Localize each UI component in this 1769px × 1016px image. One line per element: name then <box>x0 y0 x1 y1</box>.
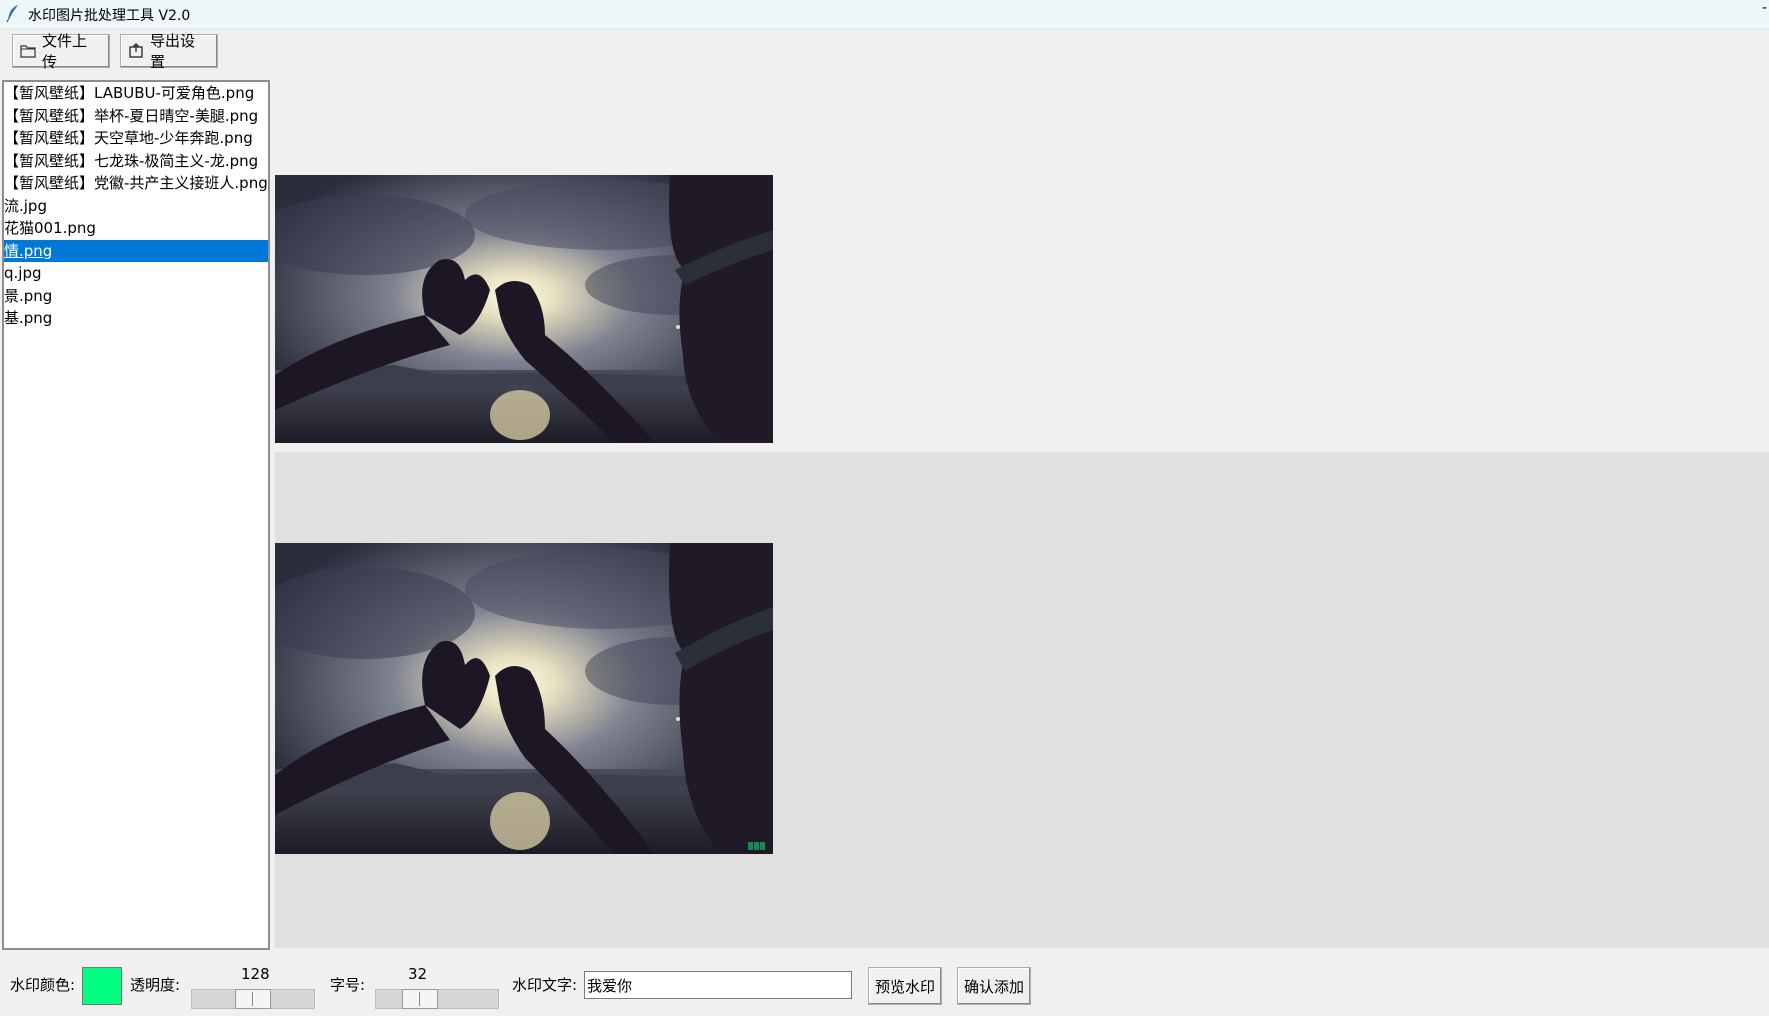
list-item[interactable]: 【暂风壁纸】举杯-夏日晴空-美腿.png <box>4 105 268 128</box>
watermark-text-label: 水印文字: <box>512 976 578 994</box>
list-item[interactable]: 【暂风壁纸】党徽-共产主义接班人.png <box>4 172 268 195</box>
list-item[interactable]: 花猫001.png <box>4 217 268 240</box>
opacity-slider-thumb[interactable] <box>235 989 271 1009</box>
watermark-mark <box>748 842 765 850</box>
font-size-value: 32 <box>408 965 428 983</box>
export-settings-button[interactable]: 导出设置 <box>120 32 218 71</box>
font-size-label: 字号: <box>330 976 366 994</box>
export-icon <box>127 43 145 59</box>
watermarked-image <box>275 543 773 854</box>
list-item[interactable]: q.jpg <box>4 262 268 285</box>
minimize-button[interactable]: - <box>1762 0 1767 16</box>
original-preview-panel <box>275 80 1769 452</box>
watermark-preview-panel <box>275 452 1769 948</box>
list-item[interactable]: 【暂风壁纸】七龙珠-极简主义-龙.png <box>4 150 268 173</box>
preview-watermark-button[interactable]: 预览水印 <box>868 967 942 1005</box>
list-item[interactable]: 【暂风壁纸】LABUBU-可爱角色.png <box>4 82 268 105</box>
folder-icon <box>19 43 37 59</box>
color-swatch-button[interactable] <box>82 967 122 1005</box>
list-item[interactable]: 景.png <box>4 285 268 308</box>
original-image <box>275 175 773 443</box>
opacity-slider[interactable] <box>191 989 315 1009</box>
list-item[interactable]: 基.png <box>4 307 268 330</box>
list-item[interactable]: 【暂风壁纸】天空草地-少年奔跑.png <box>4 127 268 150</box>
file-listbox[interactable]: 【暂风壁纸】LABUBU-可爱角色.png 【暂风壁纸】举杯-夏日晴空-美腿.p… <box>2 80 270 950</box>
upload-button[interactable]: 文件上传 <box>12 32 110 71</box>
watermark-text-input[interactable] <box>584 971 852 999</box>
export-button-label: 导出设置 <box>150 32 196 71</box>
color-label: 水印颜色: <box>10 976 76 994</box>
font-size-slider[interactable] <box>375 989 499 1009</box>
upload-button-label: 文件上传 <box>42 32 88 71</box>
confirm-add-button[interactable]: 确认添加 <box>957 967 1031 1005</box>
list-item-selected[interactable]: 情.png <box>4 239 268 262</box>
feather-icon <box>6 4 20 26</box>
font-size-slider-thumb[interactable] <box>402 989 438 1009</box>
title-bar: 水印图片批处理工具 V2.0 - <box>0 0 1769 29</box>
window-title: 水印图片批处理工具 V2.0 <box>28 8 191 24</box>
list-item[interactable]: 流.jpg <box>4 195 268 218</box>
opacity-value: 128 <box>241 965 270 983</box>
watermark-controls: 水印颜色: 透明度: 128 字号: 32 水印文字: 预览水印 确认添加 <box>0 950 1769 1016</box>
opacity-label: 透明度: <box>130 976 181 994</box>
